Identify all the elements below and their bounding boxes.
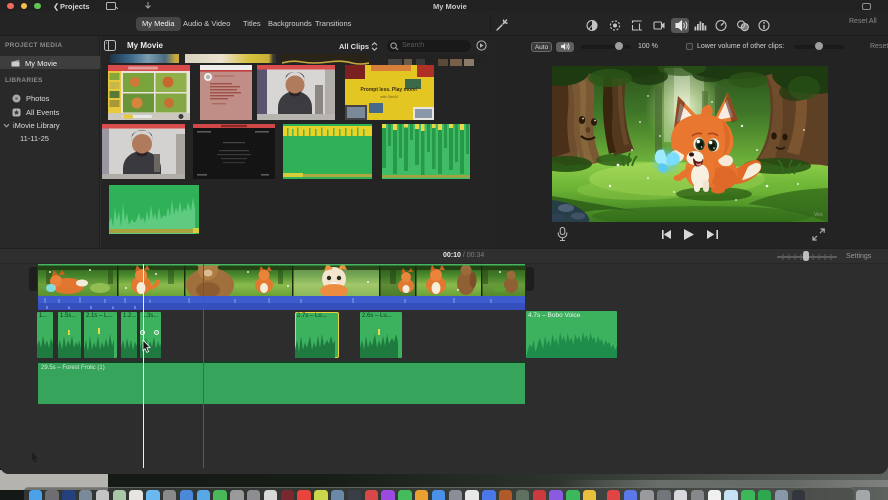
svg-text:with GenAI: with GenAI [380,95,398,99]
svg-text:Veo: Veo [814,212,823,218]
svg-text:Prompt less. Play more!: Prompt less. Play more! [361,87,418,93]
